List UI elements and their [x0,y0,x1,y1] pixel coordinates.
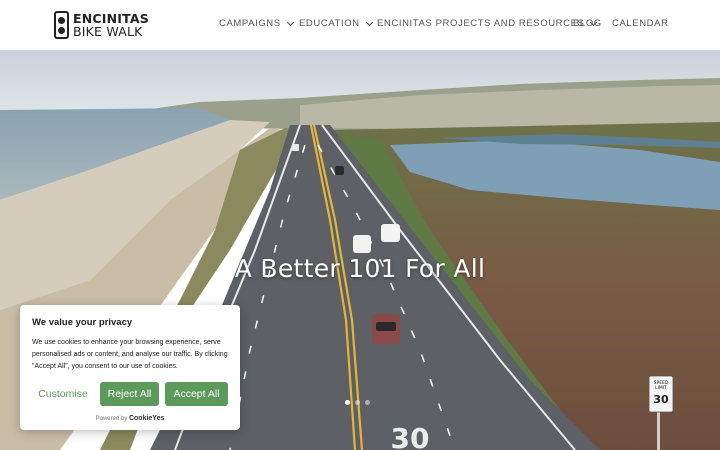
logo-line-2: BIKE WALK [73,24,143,39]
slider-dot-1[interactable] [345,400,350,405]
slider-dot-2[interactable] [355,400,360,405]
chevron-down-icon [286,18,294,26]
logo-text: ENCINITAS BIKE WALK [73,12,149,38]
site-logo[interactable]: ENCINITAS BIKE WALK [54,10,149,40]
chevron-down-icon [365,18,373,26]
traffic-light-icon [54,11,69,39]
nav-projects-resources[interactable]: ENCINITAS PROJECTS AND RESOURCES [377,18,598,29]
speed-sign-value: 30 [653,393,669,406]
nav-projects-label: ENCINITAS PROJECTS AND RESOURCES [377,18,585,29]
site-header: ENCINITAS BIKE WALK CAMPAIGNS EDUCATION … [0,0,720,50]
cookie-consent-banner: We value your privacy We use cookies to … [20,305,240,430]
nav-campaigns-label: CAMPAIGNS [219,18,281,29]
slider-dot-3[interactable] [365,400,370,405]
nav-blog[interactable]: BLOG [573,18,602,29]
nav-education-label: EDUCATION [299,18,360,29]
hero-title: A Better 101 For All [234,254,486,283]
reject-all-button[interactable]: Reject All [100,382,159,406]
cookieyes-logo[interactable]: CookieYes [129,415,164,422]
powered-by: Powered by CookieYes [32,415,228,422]
nav-education[interactable]: EDUCATION [299,18,373,29]
cookie-buttons: Customise Reject All Accept All [32,382,228,406]
powered-by-label: Powered by [95,416,128,422]
nav-calendar[interactable]: CALENDAR [612,18,669,29]
nav-calendar-label: CALENDAR [612,18,669,29]
cookie-title: We value your privacy [32,317,133,328]
customise-button[interactable]: Customise [32,382,94,406]
slider-dots [345,400,370,405]
speed-sign-line2: LIMIT [655,385,667,391]
accept-all-button[interactable]: Accept All [165,382,228,406]
nav-blog-label: BLOG [573,18,602,29]
nav-campaigns[interactable]: CAMPAIGNS [219,18,294,29]
road-marking-30: 30 [391,422,430,450]
cookie-description: We use cookies to enhance your browsing … [32,339,228,370]
